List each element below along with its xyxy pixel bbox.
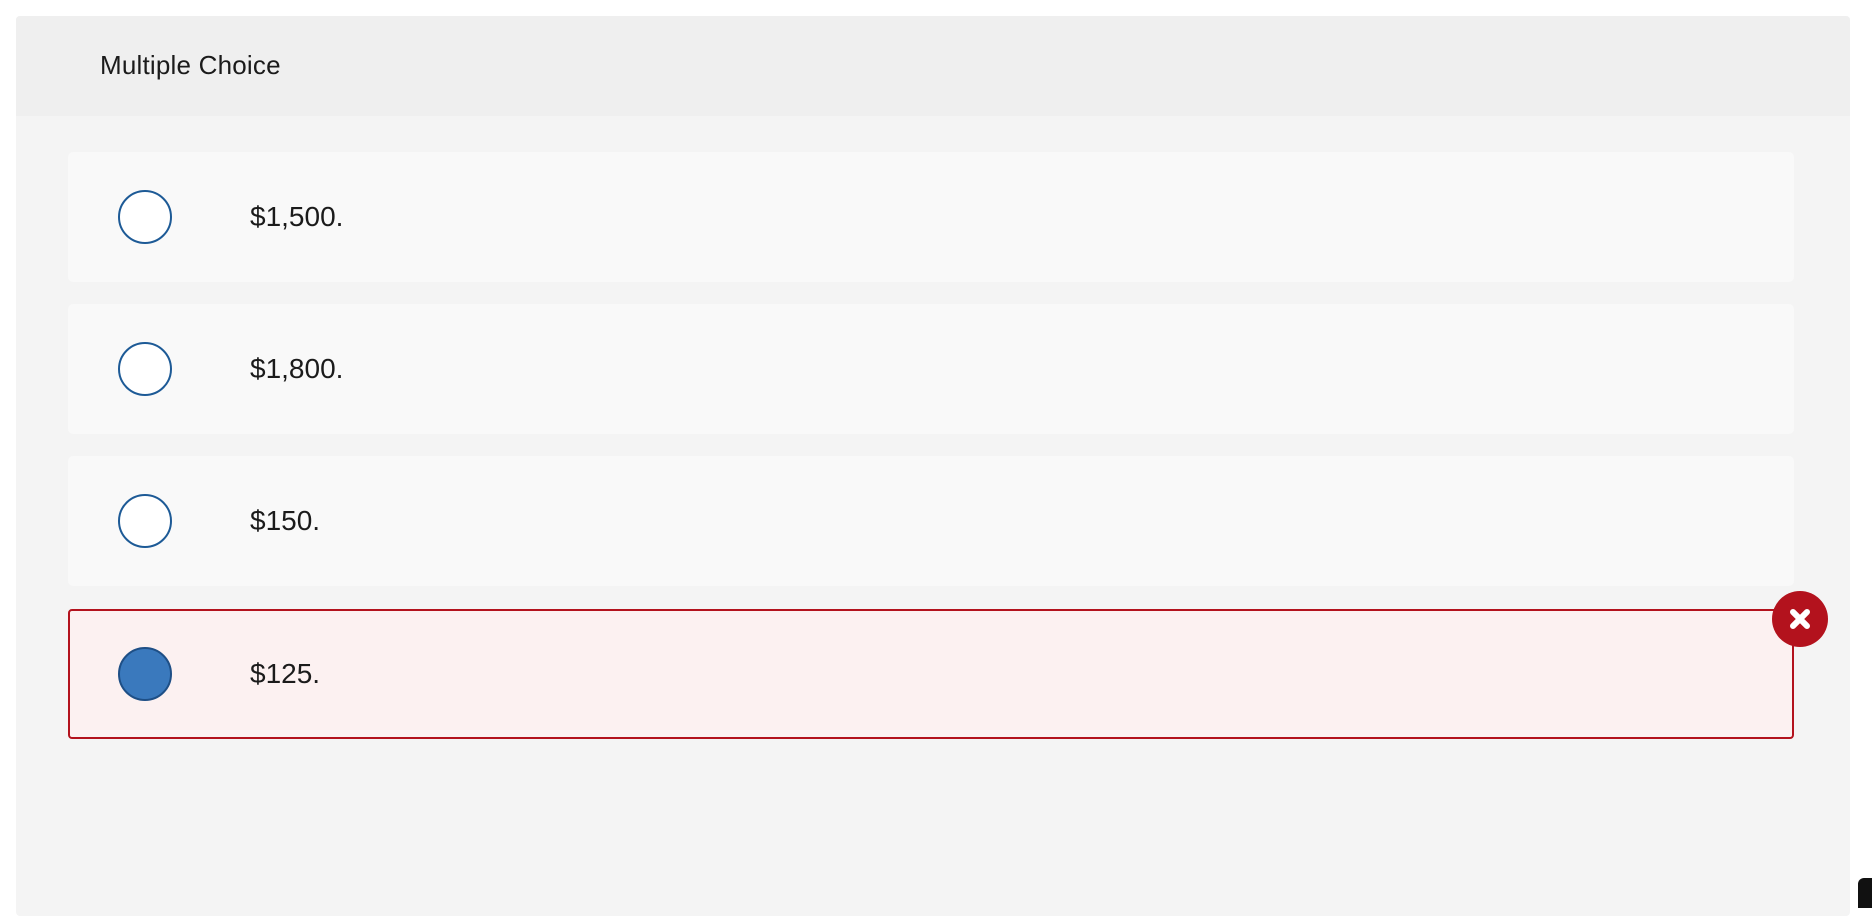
question-header: Multiple Choice bbox=[16, 16, 1850, 116]
answer-choice-label: $1,500. bbox=[250, 201, 343, 233]
answer-choice-1[interactable]: $1,500. bbox=[68, 152, 1794, 282]
question-type-label: Multiple Choice bbox=[100, 50, 281, 81]
answer-choice-2[interactable]: $1,800. bbox=[68, 304, 1794, 434]
floating-widget-edge bbox=[1858, 878, 1872, 908]
question-panel: Multiple Choice $1,500. $1,800. $150. $1… bbox=[16, 16, 1850, 916]
answer-choice-label: $125. bbox=[250, 658, 320, 690]
radio-button[interactable] bbox=[118, 494, 172, 548]
radio-button[interactable] bbox=[118, 342, 172, 396]
radio-button[interactable] bbox=[118, 190, 172, 244]
answer-choice-4-incorrect[interactable]: $125. bbox=[68, 609, 1794, 739]
radio-button-selected[interactable] bbox=[118, 647, 172, 701]
answer-choice-label: $1,800. bbox=[250, 353, 343, 385]
incorrect-badge bbox=[1772, 591, 1828, 647]
close-icon bbox=[1786, 605, 1814, 633]
answer-choice-label: $150. bbox=[250, 505, 320, 537]
answer-choice-3[interactable]: $150. bbox=[68, 456, 1794, 586]
